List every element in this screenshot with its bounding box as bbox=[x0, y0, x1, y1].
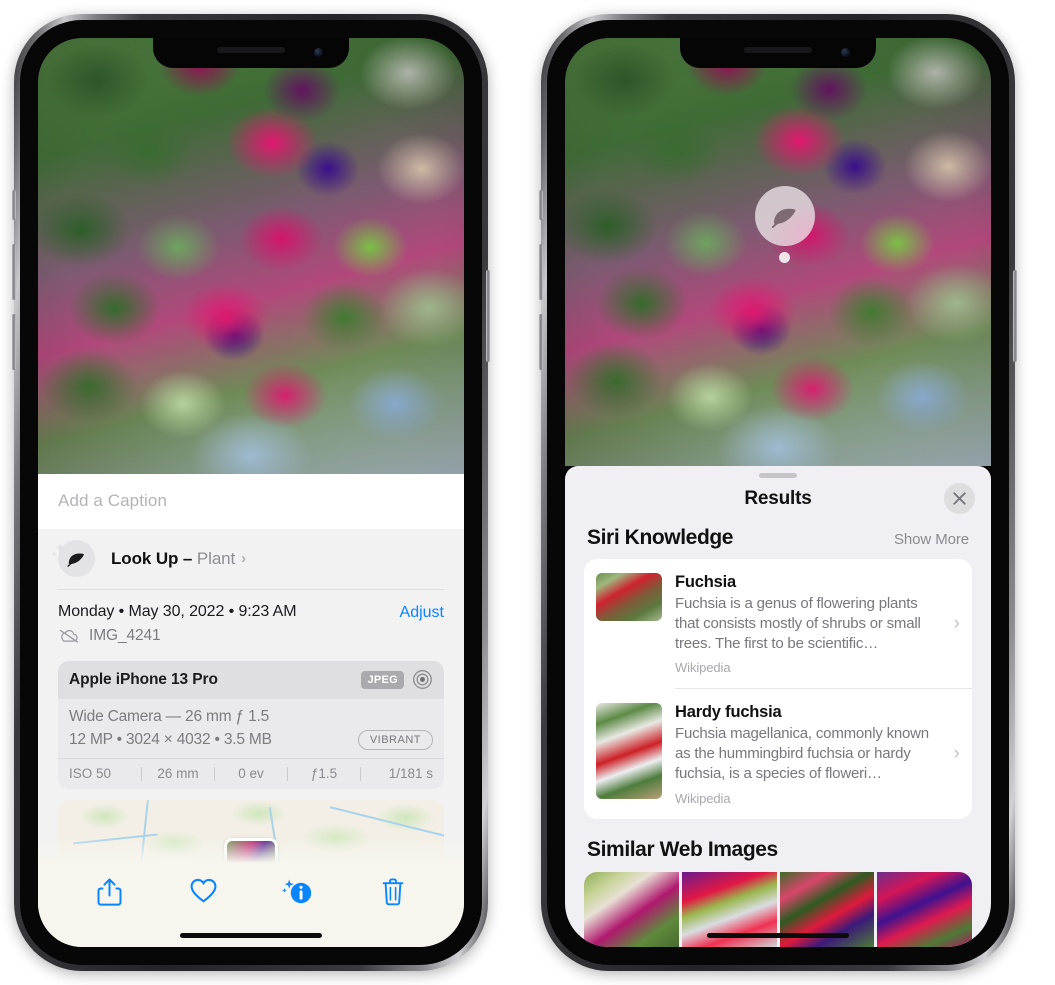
volume-down-button[interactable] bbox=[539, 314, 543, 370]
front-camera bbox=[314, 48, 323, 57]
caption-input[interactable]: Add a Caption bbox=[38, 474, 464, 529]
knowledge-description: Fuchsia magellanica, commonly known as t… bbox=[675, 725, 929, 783]
exif-header: Apple iPhone 13 Pro JPEG bbox=[58, 661, 444, 699]
look-up-dash: – bbox=[182, 548, 193, 568]
exif-ev: 0 ev bbox=[238, 766, 264, 781]
look-up-label: Look Up – Plant bbox=[111, 549, 235, 569]
exif-body: Wide Camera — 26 mm ƒ 1.5 12 MP • 3024 ×… bbox=[58, 699, 444, 758]
home-indicator[interactable] bbox=[180, 933, 322, 938]
scroll-fade bbox=[38, 837, 464, 863]
info-button[interactable] bbox=[251, 877, 346, 907]
volume-up-button[interactable] bbox=[12, 244, 16, 300]
knowledge-row[interactable]: Fuchsia Fuchsia is a genus of flowering … bbox=[584, 559, 972, 688]
exif-card: Apple iPhone 13 Pro JPEG Wide Camera — 2… bbox=[58, 661, 444, 789]
results-title: Results bbox=[744, 488, 812, 509]
similar-web-images-title: Similar Web Images bbox=[587, 837, 778, 861]
trash-icon bbox=[382, 878, 404, 906]
share-icon bbox=[97, 878, 122, 906]
right-screen: Results Siri Knowledge Show More Fuchsia… bbox=[565, 38, 991, 947]
right-phone: Results Siri Knowledge Show More Fuchsia… bbox=[539, 14, 1017, 971]
date-info-block: Monday • May 30, 2022 • 9:23 AM IMG_4241… bbox=[38, 590, 464, 655]
knowledge-description: Fuchsia is a genus of flowering plants t… bbox=[675, 595, 921, 653]
photo-vignette bbox=[565, 38, 991, 466]
earpiece-speaker bbox=[744, 47, 812, 53]
left-phone: Add a Caption Look Up – Plant › Monday •… bbox=[12, 14, 490, 971]
sparkle-icon bbox=[52, 543, 65, 557]
mute-switch[interactable] bbox=[12, 190, 16, 220]
siri-knowledge-header: Siri Knowledge Show More bbox=[565, 526, 991, 559]
exif-shutter: 1/181 s bbox=[388, 766, 433, 781]
chevron-right-icon: › bbox=[241, 550, 247, 567]
exif-iso: ISO 50 bbox=[69, 766, 112, 781]
power-button[interactable] bbox=[1013, 270, 1017, 362]
notch bbox=[153, 38, 349, 68]
exif-settings-row: ISO 50 26 mm 0 ev ƒ1.5 1/181 s bbox=[58, 758, 444, 789]
chevron-right-icon: › bbox=[953, 613, 960, 635]
lens-line: Wide Camera — 26 mm ƒ 1.5 bbox=[69, 708, 270, 725]
favorite-button[interactable] bbox=[157, 877, 252, 904]
siri-knowledge-title: Siri Knowledge bbox=[587, 526, 734, 549]
knowledge-title: Fuchsia bbox=[675, 573, 736, 591]
power-button[interactable] bbox=[486, 270, 490, 362]
mute-switch[interactable] bbox=[539, 190, 543, 220]
close-button[interactable] bbox=[944, 483, 975, 514]
visual-look-up-dot bbox=[779, 252, 790, 263]
earpiece-speaker bbox=[217, 47, 285, 53]
knowledge-thumbnail bbox=[596, 573, 662, 621]
exif-aperture: ƒ1.5 bbox=[310, 766, 338, 781]
look-up-title: Look Up bbox=[111, 548, 179, 568]
cloud-slash-icon bbox=[59, 629, 79, 643]
look-up-row[interactable]: Look Up – Plant › bbox=[38, 529, 464, 589]
photo-vignette bbox=[38, 38, 464, 474]
similar-web-images-header: Similar Web Images bbox=[565, 819, 991, 872]
photo-viewer[interactable] bbox=[38, 38, 464, 474]
specs-line: 12 MP • 3024 × 4032 • 3.5 MB bbox=[69, 731, 272, 748]
specs-row: 12 MP • 3024 × 4032 • 3.5 MB VIBRANT bbox=[69, 730, 433, 750]
close-icon bbox=[953, 492, 966, 505]
home-indicator[interactable] bbox=[707, 933, 849, 938]
chevron-right-icon: › bbox=[953, 743, 960, 765]
share-button[interactable] bbox=[62, 877, 157, 907]
front-camera bbox=[841, 48, 850, 57]
heart-icon bbox=[190, 878, 217, 903]
results-header: Results bbox=[565, 478, 991, 526]
knowledge-text: Fuchsia Fuchsia is a genus of flowering … bbox=[675, 573, 954, 675]
web-image-thumbnail[interactable] bbox=[584, 871, 679, 947]
left-screen: Add a Caption Look Up – Plant › Monday •… bbox=[38, 38, 464, 947]
exif-focal: 26 mm bbox=[157, 766, 199, 781]
volume-up-button[interactable] bbox=[539, 244, 543, 300]
filename-label: IMG_4241 bbox=[89, 627, 161, 644]
leaf-icon bbox=[771, 208, 796, 228]
knowledge-title: Hardy fuchsia bbox=[675, 703, 782, 722]
visual-look-up-badge[interactable] bbox=[755, 186, 815, 246]
knowledge-text: Hardy fuchsia Fuchsia magellanica, commo… bbox=[675, 703, 954, 805]
photo-date: Monday • May 30, 2022 • 9:23 AM bbox=[58, 603, 297, 620]
screenshot-stage: Add a Caption Look Up – Plant › Monday •… bbox=[0, 0, 1055, 985]
profile-badge: VIBRANT bbox=[357, 730, 433, 750]
show-more-button[interactable]: Show More bbox=[894, 531, 969, 548]
volume-down-button[interactable] bbox=[12, 314, 16, 370]
device-name: Apple iPhone 13 Pro bbox=[69, 670, 218, 688]
aperture-icon bbox=[413, 670, 432, 689]
knowledge-source: Wikipedia bbox=[675, 790, 731, 806]
notch bbox=[680, 38, 876, 68]
knowledge-row[interactable]: Hardy fuchsia Fuchsia magellanica, commo… bbox=[584, 689, 972, 818]
format-badge: JPEG bbox=[361, 670, 404, 689]
look-up-subject: Plant bbox=[196, 548, 236, 568]
results-sheet: Results Siri Knowledge Show More Fuchsia… bbox=[565, 466, 991, 947]
filename-row: IMG_4241 bbox=[58, 627, 400, 645]
photo-viewer[interactable] bbox=[565, 38, 991, 466]
web-image-thumbnail[interactable] bbox=[877, 871, 972, 947]
photo-info-sheet: Add a Caption Look Up – Plant › Monday •… bbox=[38, 474, 464, 947]
knowledge-thumbnail bbox=[596, 703, 662, 800]
adjust-button[interactable]: Adjust bbox=[400, 603, 444, 622]
knowledge-source: Wikipedia bbox=[675, 660, 731, 676]
info-sparkle-icon bbox=[282, 879, 312, 904]
knowledge-card: Fuchsia Fuchsia is a genus of flowering … bbox=[584, 559, 972, 819]
delete-button[interactable] bbox=[346, 877, 441, 907]
